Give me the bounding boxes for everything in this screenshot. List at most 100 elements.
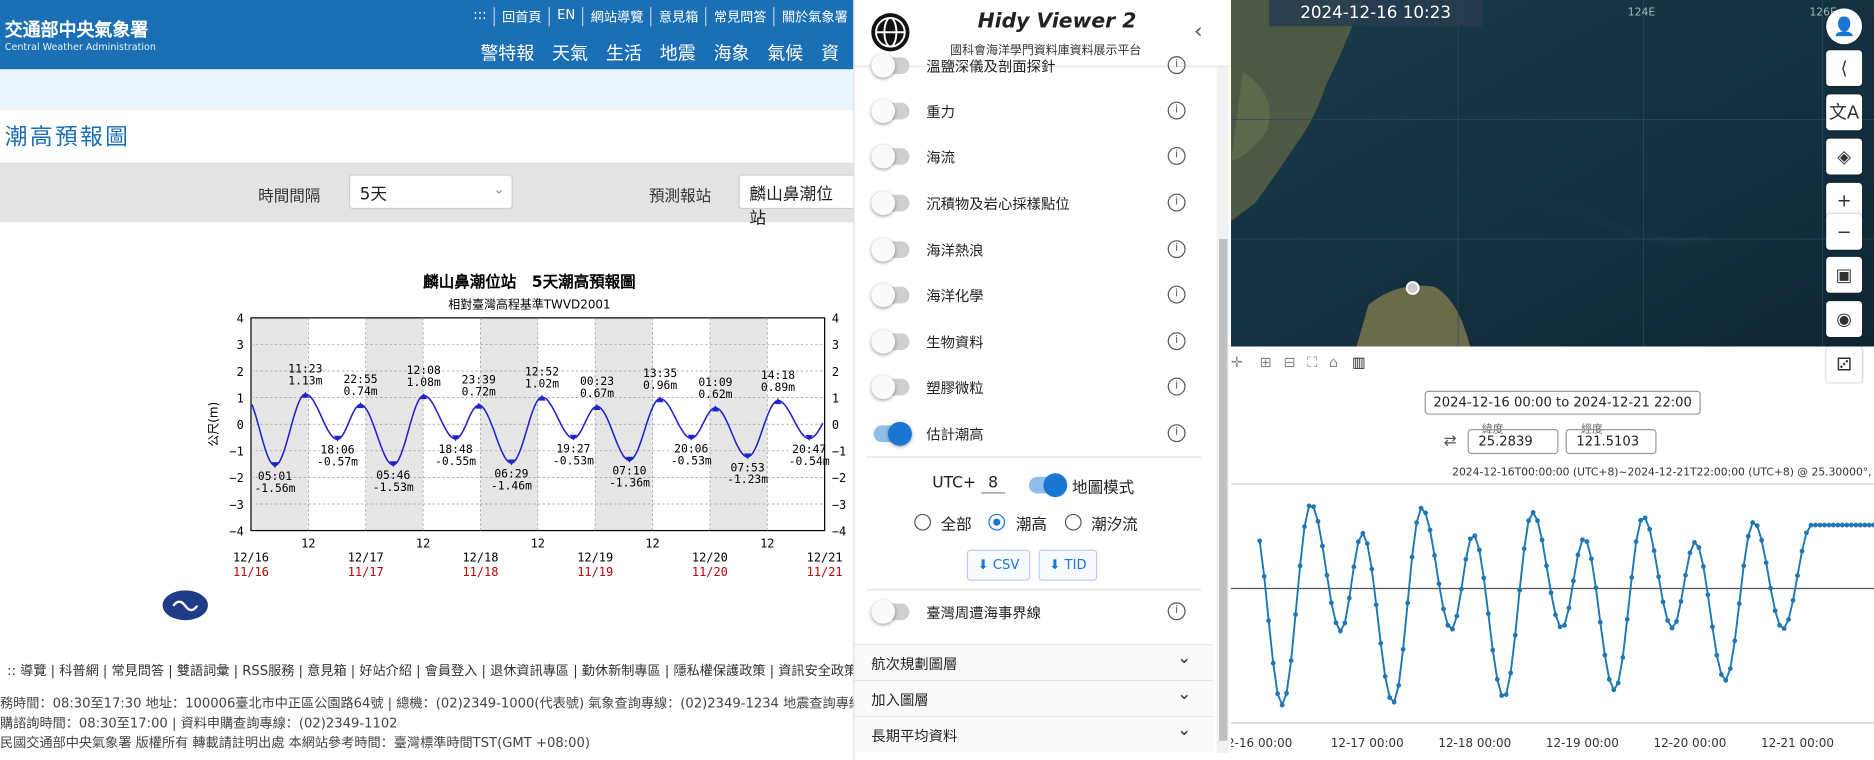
info-icon[interactable]: i bbox=[1167, 146, 1186, 165]
layer-label: 溫鹽深儀及剖面探針 bbox=[926, 58, 1056, 76]
date-range-field[interactable]: 2024-12-16 00:00 to 2024-12-21 22:00 bbox=[1424, 390, 1701, 415]
ts-point bbox=[1620, 655, 1626, 660]
extremum-value: 0.67m bbox=[580, 386, 614, 400]
layer-label: 塑膠微粒 bbox=[926, 380, 984, 397]
radio-all[interactable] bbox=[914, 513, 932, 531]
share-icon[interactable]: ⟨ bbox=[1826, 50, 1863, 87]
info-icon[interactable]: i bbox=[1167, 193, 1186, 212]
layer-row[interactable]: 沉積物及岩心採樣點位 i bbox=[855, 183, 1214, 228]
ts-point bbox=[1275, 691, 1281, 697]
layer-row[interactable]: 海洋熱浪 i bbox=[855, 229, 1214, 274]
ts-point bbox=[1342, 620, 1348, 626]
layer-row[interactable]: 海洋化學 i bbox=[855, 275, 1214, 320]
ts-point bbox=[1432, 553, 1437, 558]
satellite-map[interactable] bbox=[1231, 0, 1874, 347]
layer-toggle[interactable] bbox=[871, 283, 910, 308]
download-tid-button[interactable]: ⬇ TID bbox=[1038, 549, 1098, 581]
layer-toggle[interactable] bbox=[871, 375, 910, 400]
accordion-cruise-planning[interactable]: 航次規劃圖層 ⌄ bbox=[854, 644, 1214, 680]
accordion-long-term-mean[interactable]: 長期平均資料 ⌄ bbox=[854, 715, 1214, 752]
radio-tidal-current[interactable] bbox=[1064, 513, 1082, 531]
info-icon[interactable]: i bbox=[1167, 424, 1186, 443]
top-links: ::: 回首頁 EN 網站導覽 意見箱 常見問答 關於氣象署 bbox=[466, 7, 857, 27]
latitude-field[interactable]: 25.2839 bbox=[1467, 428, 1559, 455]
ts-point bbox=[1835, 522, 1841, 528]
layer-row[interactable]: 重力 i bbox=[855, 91, 1214, 136]
ts-point bbox=[1786, 617, 1791, 622]
station-select[interactable]: 麟山鼻潮位站 bbox=[738, 174, 859, 228]
top-link-home[interactable]: 回首頁 bbox=[495, 7, 550, 27]
collapse-panel-icon[interactable]: ‹ bbox=[1194, 19, 1203, 44]
map-mode-toggle[interactable] bbox=[1029, 473, 1068, 498]
top-link-en[interactable]: EN bbox=[550, 7, 584, 27]
zoom-out-box-icon[interactable]: ⊟ bbox=[1283, 354, 1295, 371]
download-csv-button[interactable]: ⬇ CSV bbox=[966, 549, 1031, 581]
info-icon[interactable]: i bbox=[1167, 285, 1186, 304]
layer-row[interactable]: 塑膠微粒 i bbox=[855, 367, 1214, 412]
ts-point bbox=[1566, 605, 1572, 611]
ts-point bbox=[1579, 537, 1585, 543]
home-icon[interactable]: ⌂ bbox=[1329, 354, 1338, 371]
interval-select[interactable]: 5天 ⌄ bbox=[348, 174, 513, 210]
user-icon[interactable]: 👤 bbox=[1826, 8, 1863, 45]
info-icon[interactable]: i bbox=[1167, 56, 1186, 75]
swap-coords-icon[interactable]: ⇄ bbox=[1444, 433, 1457, 451]
ts-point bbox=[1279, 702, 1285, 708]
layer-toggle[interactable] bbox=[871, 237, 910, 262]
layer-toggle[interactable] bbox=[871, 53, 910, 78]
layers-icon[interactable]: ◈ bbox=[1826, 138, 1863, 175]
layer-toggle[interactable] bbox=[871, 144, 910, 169]
poi-icon[interactable]: ▣ bbox=[1826, 256, 1863, 293]
nav-warnings[interactable]: 警特報 bbox=[480, 41, 534, 66]
top-link-sitemap[interactable]: 網站導覽 bbox=[584, 7, 652, 27]
zoom-in-box-icon[interactable]: ⊞ bbox=[1260, 354, 1272, 371]
cwa-logo[interactable]: 交通部中央氣象署 Central Weather Administration bbox=[5, 17, 156, 52]
info-icon[interactable]: i bbox=[1167, 101, 1186, 120]
nav-climate[interactable]: 氣候 bbox=[767, 41, 803, 66]
top-link-feedback[interactable]: 意見箱 bbox=[652, 7, 707, 27]
pan-icon[interactable]: ✛ bbox=[1231, 354, 1243, 371]
nav-marine[interactable]: 海象 bbox=[714, 41, 750, 66]
bar-chart-icon[interactable]: ▥ bbox=[1352, 354, 1366, 371]
camera-icon[interactable]: ◉ bbox=[1826, 301, 1863, 337]
x-tick-lunar: 11/20 bbox=[692, 565, 728, 579]
extremum-value: 0.74m bbox=[343, 384, 377, 398]
panel-scroll-thumb[interactable] bbox=[1219, 238, 1228, 741]
interval-label: 時間間隔 bbox=[258, 187, 321, 206]
autoscale-icon[interactable]: ⛶ bbox=[1307, 354, 1317, 371]
layer-row[interactable]: 生物資料 i bbox=[855, 321, 1214, 366]
chart-toggle-icon[interactable]: ⚂ bbox=[1826, 346, 1863, 383]
info-icon[interactable]: i bbox=[1167, 332, 1186, 351]
top-link-about[interactable]: 關於氣象署 bbox=[775, 7, 857, 27]
layer-row[interactable]: 海流 i bbox=[855, 136, 1214, 181]
top-link-accesskey[interactable]: ::: bbox=[466, 7, 495, 27]
extremum-value: 0.96m bbox=[643, 378, 677, 392]
layer-row-boundary[interactable]: 臺灣周遭海事界線 i bbox=[855, 592, 1214, 637]
top-link-faq[interactable]: 常見問答 bbox=[707, 7, 775, 27]
nav-data[interactable]: 資 bbox=[821, 41, 839, 66]
longitude-field[interactable]: 121.5103 bbox=[1565, 428, 1657, 455]
layer-row[interactable]: 溫鹽深儀及剖面探針 i bbox=[855, 45, 1214, 90]
info-icon[interactable]: i bbox=[1167, 377, 1186, 396]
utc-offset-field[interactable]: UTC+ 8 bbox=[932, 474, 1006, 494]
radio-tide-height[interactable] bbox=[988, 513, 1006, 531]
layer-toggle[interactable] bbox=[871, 191, 910, 216]
footer-links[interactable]: :: 導覽 | 科普網 | 常見問答 | 雙語詞彙 | RSS服務 | 意見箱 … bbox=[7, 661, 922, 680]
layer-toggle[interactable] bbox=[871, 599, 910, 624]
extremum-value: -1.46m bbox=[491, 478, 532, 492]
translate-icon[interactable]: 文A bbox=[1826, 94, 1863, 131]
extremum-value: -0.54m bbox=[789, 454, 830, 468]
info-icon[interactable]: i bbox=[1167, 240, 1186, 259]
layer-row[interactable]: 估計潮高 i bbox=[855, 413, 1214, 458]
layer-toggle[interactable] bbox=[871, 99, 910, 124]
nav-life[interactable]: 生活 bbox=[606, 41, 642, 66]
info-icon[interactable]: i bbox=[1167, 602, 1186, 621]
ts-point bbox=[1638, 517, 1644, 523]
layer-toggle[interactable] bbox=[871, 329, 910, 354]
accordion-add-layer[interactable]: 加入圖層 ⌄ bbox=[854, 679, 1214, 716]
nav-weather[interactable]: 天氣 bbox=[552, 41, 588, 66]
layer-toggle[interactable] bbox=[873, 421, 912, 446]
nav-earthquake[interactable]: 地震 bbox=[660, 41, 696, 66]
zoom-out-icon[interactable]: − bbox=[1826, 213, 1863, 250]
ts-point bbox=[1606, 676, 1612, 682]
